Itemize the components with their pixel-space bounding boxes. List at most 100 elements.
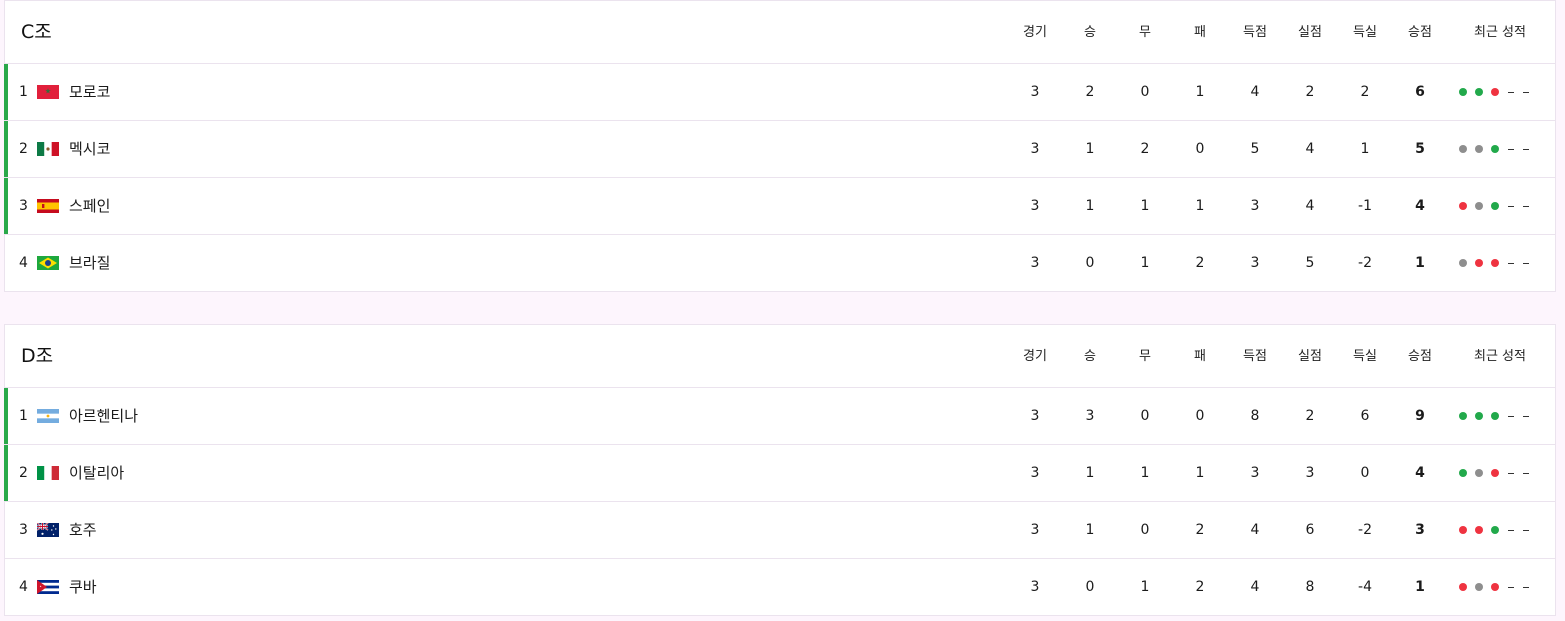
team-name[interactable]: 아르헨티나 (69, 388, 138, 444)
team-name[interactable]: 브라질 (69, 235, 110, 291)
result-empty-dash (1508, 415, 1514, 417)
flag-italy-icon (37, 466, 59, 480)
team-rank: 3 (19, 198, 28, 214)
stat-points: 1 (1415, 255, 1425, 271)
stat-losses: 2 (1195, 522, 1205, 538)
header-played[interactable]: 경기 (1007, 325, 1063, 388)
stat-played: 3 (1030, 465, 1040, 481)
flag-australia-icon (37, 523, 59, 537)
recent-form (1459, 178, 1529, 234)
group-table-c: C조 경기 승 무 패 득점 실점 득실 승점 최근 성적 1 모로코 3 2 0 1 4 2… (4, 0, 1556, 292)
header-wins[interactable]: 승 (1062, 325, 1118, 388)
stat-played: 3 (1030, 522, 1040, 538)
result-draw-dot[interactable] (1459, 145, 1467, 153)
result-empty-dash (1508, 586, 1514, 588)
result-win-dot[interactable] (1475, 412, 1483, 420)
stat-points: 6 (1415, 84, 1425, 100)
stat-goals-against: 2 (1305, 84, 1315, 100)
flag-brazil-icon (37, 256, 59, 270)
stat-played: 3 (1030, 141, 1040, 157)
table-row[interactable]: 1 모로코 3 2 0 1 4 2 2 6 (4, 64, 1555, 121)
group-table-d: D조 경기 승 무 패 득점 실점 득실 승점 최근 성적 1 아르헨티나 3 3 0 0… (4, 324, 1556, 616)
stat-played: 3 (1030, 84, 1040, 100)
header-played[interactable]: 경기 (1007, 1, 1063, 64)
table-row[interactable]: 4 브라질 3 0 1 2 3 5 -2 1 (5, 235, 1555, 292)
flag-mexico-icon (37, 142, 59, 156)
header-goals-against[interactable]: 실점 (1282, 325, 1338, 388)
stat-points: 3 (1415, 522, 1425, 538)
table-row[interactable]: 2 이탈리아 3 1 1 1 3 3 0 4 (4, 445, 1555, 502)
result-draw-dot[interactable] (1475, 145, 1483, 153)
header-goals-against[interactable]: 실점 (1282, 1, 1338, 64)
result-draw-dot[interactable] (1475, 202, 1483, 210)
result-win-dot[interactable] (1459, 412, 1467, 420)
result-win-dot[interactable] (1475, 88, 1483, 96)
header-goals-for[interactable]: 득점 (1227, 1, 1283, 64)
result-loss-dot[interactable] (1459, 202, 1467, 210)
stat-goals-for: 3 (1250, 255, 1260, 271)
table-row[interactable]: 4 쿠바 3 0 1 2 4 8 -4 1 (5, 559, 1555, 616)
table-row[interactable]: 3 호주 3 1 0 2 4 6 -2 3 (5, 502, 1555, 559)
stat-played: 3 (1030, 255, 1040, 271)
stat-wins: 1 (1085, 465, 1095, 481)
team-name[interactable]: 호주 (69, 502, 97, 558)
result-loss-dot[interactable] (1491, 469, 1499, 477)
result-empty-dash (1508, 472, 1514, 474)
team-name[interactable]: 멕시코 (69, 121, 110, 177)
team-name[interactable]: 이탈리아 (69, 445, 124, 501)
team-name[interactable]: 모로코 (69, 64, 110, 120)
header-recent-form: 최근 성적 (1474, 349, 1526, 364)
stat-goals-for: 4 (1250, 84, 1260, 100)
team-rank: 4 (19, 579, 28, 595)
table-row[interactable]: 2 멕시코 3 1 2 0 5 4 1 5 (4, 121, 1555, 178)
result-loss-dot[interactable] (1491, 259, 1499, 267)
recent-form (1459, 64, 1529, 120)
stat-draws: 1 (1140, 579, 1150, 595)
team-name[interactable]: 스페인 (69, 178, 110, 234)
result-win-dot[interactable] (1459, 469, 1467, 477)
result-loss-dot[interactable] (1475, 526, 1483, 534)
result-draw-dot[interactable] (1459, 259, 1467, 267)
header-draws[interactable]: 무 (1117, 1, 1173, 64)
result-loss-dot[interactable] (1491, 583, 1499, 591)
recent-form (1459, 388, 1529, 444)
header-points[interactable]: 승점 (1392, 1, 1448, 64)
stat-draws: 0 (1140, 522, 1150, 538)
stat-losses: 2 (1195, 255, 1205, 271)
team-name[interactable]: 쿠바 (69, 559, 97, 615)
result-win-dot[interactable] (1491, 412, 1499, 420)
result-win-dot[interactable] (1491, 526, 1499, 534)
result-loss-dot[interactable] (1459, 583, 1467, 591)
header-losses[interactable]: 패 (1172, 1, 1228, 64)
header-goal-diff[interactable]: 득실 (1337, 1, 1393, 64)
header-points[interactable]: 승점 (1392, 325, 1448, 388)
result-win-dot[interactable] (1459, 88, 1467, 96)
stat-draws: 1 (1140, 198, 1150, 214)
group-header: C조 경기 승 무 패 득점 실점 득실 승점 최근 성적 (5, 1, 1555, 64)
table-row[interactable]: 1 아르헨티나 3 3 0 0 8 2 6 9 (4, 388, 1555, 445)
stat-goals-against: 4 (1305, 198, 1315, 214)
header-draws[interactable]: 무 (1117, 325, 1173, 388)
result-empty-dash (1508, 262, 1514, 264)
result-win-dot[interactable] (1491, 145, 1499, 153)
flag-cuba-icon (37, 580, 59, 594)
stat-goals-for: 8 (1250, 408, 1260, 424)
team-rank: 1 (19, 84, 28, 100)
result-loss-dot[interactable] (1491, 88, 1499, 96)
recent-form (1459, 502, 1529, 558)
result-loss-dot[interactable] (1459, 526, 1467, 534)
stat-goal-diff: -2 (1358, 522, 1372, 538)
table-row[interactable]: 3 스페인 3 1 1 1 3 4 -1 4 (4, 178, 1555, 235)
header-goal-diff[interactable]: 득실 (1337, 325, 1393, 388)
header-wins[interactable]: 승 (1062, 1, 1118, 64)
result-loss-dot[interactable] (1475, 259, 1483, 267)
group-header: D조 경기 승 무 패 득점 실점 득실 승점 최근 성적 (5, 325, 1555, 388)
result-draw-dot[interactable] (1475, 583, 1483, 591)
stat-goals-for: 4 (1250, 579, 1260, 595)
header-goals-for[interactable]: 득점 (1227, 325, 1283, 388)
stat-goals-against: 2 (1305, 408, 1315, 424)
header-losses[interactable]: 패 (1172, 325, 1228, 388)
result-draw-dot[interactable] (1475, 469, 1483, 477)
result-win-dot[interactable] (1491, 202, 1499, 210)
stat-goals-for: 5 (1250, 141, 1260, 157)
